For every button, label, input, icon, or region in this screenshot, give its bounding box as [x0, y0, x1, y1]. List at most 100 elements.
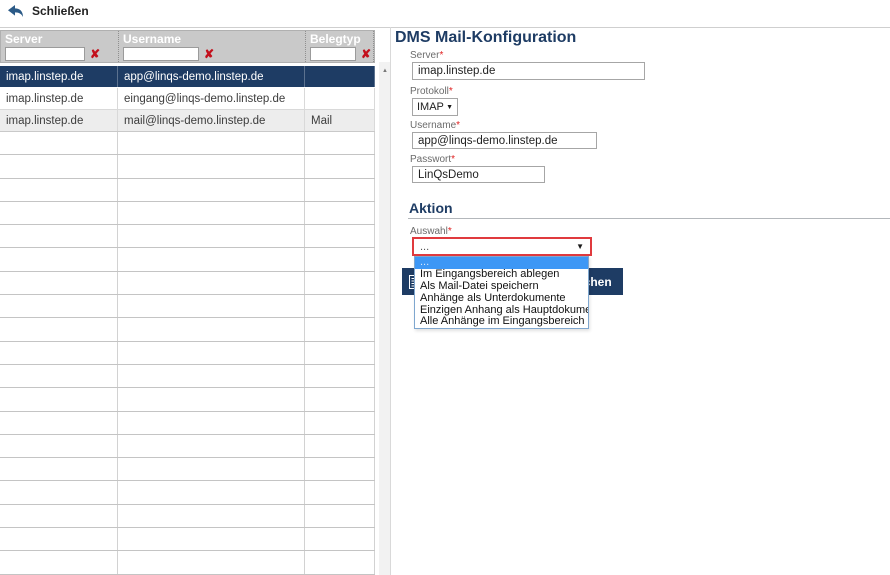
empty-cell	[305, 132, 375, 154]
empty-table-row	[0, 342, 375, 365]
empty-cell	[118, 505, 305, 527]
table-row[interactable]: imap.linstep.de eingang@linqs-demo.linst…	[0, 88, 375, 110]
required-marker: *	[449, 86, 453, 97]
empty-cell	[0, 505, 118, 527]
column-label: Belegtyp	[310, 33, 373, 46]
empty-cell	[0, 342, 118, 364]
protokoll-selected-value: IMAP	[417, 101, 444, 113]
auswahl-dropdown-list: ... Im Eingangsbereich ablegen Als Mail-…	[414, 256, 589, 329]
passwort-label: Passwort*	[410, 154, 455, 165]
empty-table-row	[0, 155, 375, 178]
empty-cell	[0, 528, 118, 550]
empty-cell	[305, 551, 375, 573]
clear-filter-icon[interactable]: ✘	[361, 48, 371, 60]
empty-cell	[305, 272, 375, 294]
dropdown-option[interactable]: ...	[415, 257, 588, 269]
empty-table-row	[0, 295, 375, 318]
empty-table-row	[0, 528, 375, 551]
empty-table-row	[0, 435, 375, 458]
empty-table-row	[0, 248, 375, 271]
cell-belegtyp	[305, 66, 375, 87]
mail-account-table: Server ✘ Username ✘ Belegtyp ✘ imap.lins…	[0, 30, 375, 575]
cell-server: imap.linstep.de	[0, 88, 118, 109]
protokoll-select[interactable]: IMAP ▼	[412, 98, 458, 116]
protokoll-label: Protokoll*	[410, 86, 453, 97]
empty-table-row	[0, 225, 375, 248]
passwort-field[interactable]	[412, 166, 545, 183]
empty-table-row	[0, 551, 375, 574]
empty-cell	[305, 248, 375, 270]
empty-table-row	[0, 202, 375, 225]
required-marker: *	[456, 120, 460, 131]
server-field[interactable]	[412, 62, 645, 80]
auswahl-select[interactable]: ... ▼	[412, 237, 592, 256]
auswahl-label: Auswahl*	[410, 226, 452, 237]
dropdown-option[interactable]: Im Eingangsbereich ablegen	[415, 269, 588, 281]
dropdown-option[interactable]: Alle Anhänge im Eingangsbereich	[415, 316, 588, 328]
panel-divider	[390, 27, 391, 575]
dropdown-option[interactable]: Anhänge als Unterdokumente	[415, 293, 588, 305]
empty-table-row	[0, 132, 375, 155]
empty-table-row	[0, 481, 375, 504]
back-arrow-icon	[7, 4, 24, 18]
cell-belegtyp	[305, 88, 375, 109]
empty-cell	[0, 295, 118, 317]
column-label: Server	[5, 33, 118, 46]
empty-cell	[305, 412, 375, 434]
username-field[interactable]	[412, 132, 597, 149]
empty-cell	[0, 155, 118, 177]
column-header-server: Server ✘	[1, 31, 119, 62]
required-marker: *	[439, 50, 443, 61]
column-header-username: Username ✘	[119, 31, 306, 62]
column-header-belegtyp: Belegtyp ✘	[306, 31, 374, 62]
empty-table-row	[0, 318, 375, 341]
empty-cell	[0, 365, 118, 387]
empty-cell	[118, 225, 305, 247]
empty-cell	[0, 481, 118, 503]
table-row[interactable]: imap.linstep.de mail@linqs-demo.linstep.…	[0, 110, 375, 132]
cell-username: eingang@linqs-demo.linstep.de	[118, 88, 305, 109]
page-title: DMS Mail-Konfiguration	[395, 29, 576, 47]
empty-cell	[0, 435, 118, 457]
required-marker: *	[451, 154, 455, 165]
empty-cell	[118, 528, 305, 550]
empty-cell	[305, 365, 375, 387]
empty-cell	[118, 388, 305, 410]
required-marker: *	[448, 226, 452, 237]
empty-cell	[118, 435, 305, 457]
empty-cell	[305, 388, 375, 410]
empty-cell	[0, 318, 118, 340]
chevron-down-icon: ▼	[576, 242, 584, 251]
clear-filter-icon[interactable]: ✘	[204, 48, 214, 60]
dropdown-option[interactable]: Als Mail-Datei speichern	[415, 281, 588, 293]
empty-cell	[305, 225, 375, 247]
column-label: Username	[123, 33, 305, 46]
empty-cell	[118, 412, 305, 434]
server-filter-input[interactable]	[5, 47, 85, 61]
empty-cell	[118, 202, 305, 224]
empty-cell	[305, 155, 375, 177]
belegtyp-filter-input[interactable]	[310, 47, 356, 61]
empty-cell	[118, 365, 305, 387]
username-filter-input[interactable]	[123, 47, 199, 61]
close-button[interactable]: Schließen	[7, 4, 89, 18]
clear-filter-icon[interactable]: ✘	[90, 48, 100, 60]
dropdown-option[interactable]: Einzigen Anhang als Hauptdokument	[415, 305, 588, 317]
table-row-selected[interactable]: imap.linstep.de app@linqs-demo.linstep.d…	[0, 66, 375, 88]
empty-cell	[0, 458, 118, 480]
close-button-label: Schließen	[32, 4, 89, 18]
topbar: Schließen	[0, 0, 890, 28]
empty-cell	[0, 388, 118, 410]
empty-cell	[305, 202, 375, 224]
empty-cell	[305, 342, 375, 364]
empty-cell	[118, 458, 305, 480]
empty-cell	[305, 505, 375, 527]
empty-table-row	[0, 365, 375, 388]
table-header: Server ✘ Username ✘ Belegtyp ✘	[0, 30, 375, 63]
cell-username: app@linqs-demo.linstep.de	[118, 66, 305, 87]
empty-cell	[0, 132, 118, 154]
username-label: Username*	[410, 120, 460, 131]
empty-cell	[0, 272, 118, 294]
empty-cell	[0, 225, 118, 247]
empty-cell	[118, 132, 305, 154]
